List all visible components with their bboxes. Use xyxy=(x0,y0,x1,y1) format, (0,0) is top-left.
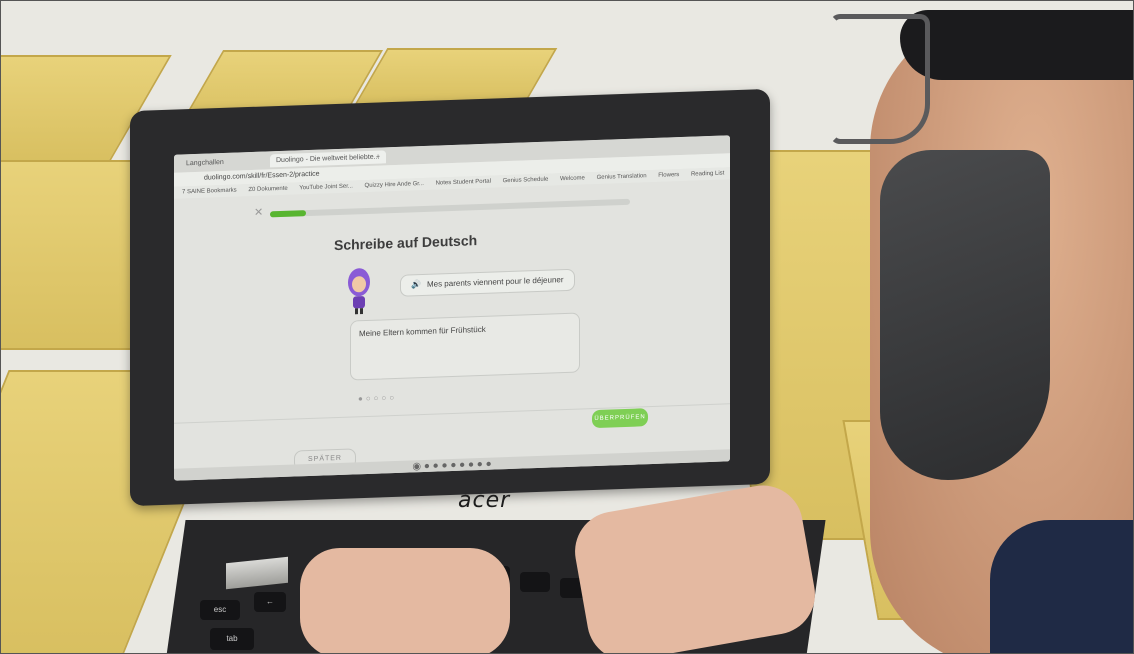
keyboard-hint-icons: ●○○○○ xyxy=(358,392,398,404)
bookmark[interactable]: Flowers xyxy=(658,172,679,179)
bookmark[interactable]: Genius Translation xyxy=(597,173,647,181)
bookmark[interactable]: 7 SAINE Bookmarks xyxy=(182,188,237,196)
left-hand xyxy=(300,548,510,654)
jacket xyxy=(990,520,1134,654)
answer-textarea[interactable]: Meine Eltern kommen für Frühstück xyxy=(350,312,580,381)
prompt-bubble: 🔊 Mes parents viennent pour le déjeuner xyxy=(400,268,575,297)
browser-tab[interactable]: Langchallen xyxy=(180,156,230,171)
bookmark[interactable]: Genius Schedule xyxy=(503,177,549,185)
speaker-icon[interactable]: 🔊 xyxy=(411,280,421,289)
laptop-screen: Langchallen Duolingo - Die weltweit beli… xyxy=(174,135,730,481)
character-avatar-icon xyxy=(348,268,370,315)
keyboard-key: esc xyxy=(200,600,240,620)
close-lesson-icon[interactable]: ✕ xyxy=(254,206,263,219)
bookmark[interactable]: Welcome xyxy=(560,175,585,182)
lesson-progress-bar xyxy=(270,198,630,218)
keyboard-key: tab xyxy=(210,628,254,650)
check-button[interactable]: ÜBERPRÜFEN xyxy=(592,408,648,429)
laptop-logo: acer xyxy=(458,488,511,513)
exercise-title: Schreibe auf Deutsch xyxy=(334,232,478,254)
keyboard-key: ← xyxy=(254,592,286,612)
bookmark[interactable]: Reading List xyxy=(691,170,724,177)
glasses xyxy=(830,14,930,144)
student-hair xyxy=(900,10,1134,80)
bookmark[interactable]: YouTube Joint Ser... xyxy=(299,183,353,191)
bookmark[interactable]: Z0 Dokumente xyxy=(248,186,287,193)
keyboard-key xyxy=(520,572,550,592)
right-hand xyxy=(568,479,822,654)
new-tab-button[interactable]: + xyxy=(370,150,386,164)
photo-scene: Langchallen Duolingo - Die weltweit beli… xyxy=(0,0,1134,654)
bookmark[interactable]: Notes Student Portal xyxy=(436,179,491,187)
face-mask xyxy=(880,150,1050,480)
bookmark[interactable]: Quizzy Hire Ande Gr... xyxy=(365,181,424,189)
browser-tab-active[interactable]: Duolingo - Die weltweit beliebte... xyxy=(270,150,386,168)
lesson-progress-fill xyxy=(270,210,306,218)
prompt-text: Mes parents viennent pour le déjeuner xyxy=(426,275,564,289)
